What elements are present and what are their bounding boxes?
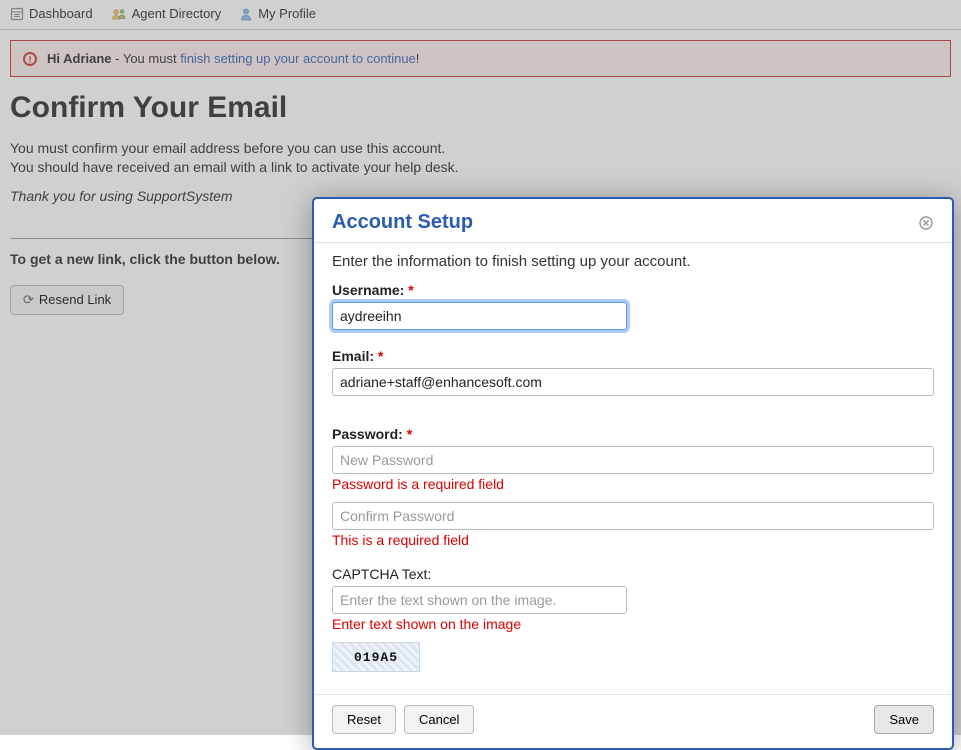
page-body: You must confirm your email address befo… <box>10 139 951 206</box>
alert-link[interactable]: finish setting up your account to contin… <box>180 51 416 66</box>
account-setup-modal: Account Setup Enter the information to f… <box>312 197 954 750</box>
alert-mid: - You must <box>112 51 181 66</box>
new-password-error: Password is a required field <box>332 476 934 492</box>
alert-icon: ! <box>23 52 37 66</box>
email-group: Email: * <box>332 348 934 396</box>
captcha-image: 019A5 <box>332 642 420 672</box>
save-button[interactable]: Save <box>874 705 934 734</box>
nav-dashboard[interactable]: Dashboard <box>10 6 93 21</box>
modal-title: Account Setup <box>332 211 473 234</box>
required-marker: * <box>407 426 412 442</box>
resend-link-button[interactable]: ⟳ Resend Link <box>10 285 124 315</box>
required-marker: * <box>378 348 383 364</box>
required-marker: * <box>408 282 413 298</box>
nav-agent-directory-label: Agent Directory <box>132 6 222 21</box>
modal-header: Account Setup <box>314 199 952 242</box>
confirm-password-error: This is a required field <box>332 532 934 548</box>
top-nav: Dashboard Agent Directory My Profile <box>0 0 961 30</box>
modal-subhead: Enter the information to finish setting … <box>314 242 952 270</box>
close-icon[interactable] <box>918 215 934 231</box>
alert-text: Hi Adriane - You must finish setting up … <box>47 51 419 66</box>
alert-greeting: Hi Adriane <box>47 51 112 66</box>
email-label: Email: * <box>332 348 934 364</box>
cancel-button[interactable]: Cancel <box>404 705 474 734</box>
alert-banner: ! Hi Adriane - You must finish setting u… <box>10 40 951 77</box>
password-group: Password: * Password is a required field <box>332 426 934 492</box>
users-icon <box>111 7 127 21</box>
captcha-label: CAPTCHA Text: <box>332 566 934 582</box>
new-password-input[interactable] <box>332 446 934 474</box>
resend-link-label: Resend Link <box>39 292 111 307</box>
captcha-group: CAPTCHA Text: Enter text shown on the im… <box>332 566 934 672</box>
confirm-password-group: This is a required field <box>332 502 934 548</box>
modal-footer: Reset Cancel Save <box>314 694 952 748</box>
password-label: Password: * <box>332 426 934 442</box>
email-input[interactable] <box>332 368 934 396</box>
modal-body: Username: * Email: * Password: * Passwor… <box>314 270 952 694</box>
refresh-icon: ⟳ <box>23 292 34 308</box>
profile-icon <box>239 7 253 21</box>
dashboard-icon <box>10 7 24 21</box>
alert-tail: ! <box>416 51 420 66</box>
captcha-input[interactable] <box>332 586 627 614</box>
reset-button[interactable]: Reset <box>332 705 396 734</box>
captcha-error: Enter text shown on the image <box>332 616 934 632</box>
page-line2: You should have received an email with a… <box>10 158 951 177</box>
username-label: Username: * <box>332 282 934 298</box>
nav-dashboard-label: Dashboard <box>29 6 93 21</box>
nav-agent-directory[interactable]: Agent Directory <box>111 6 222 21</box>
nav-my-profile-label: My Profile <box>258 6 316 21</box>
username-input[interactable] <box>332 302 627 330</box>
page-title: Confirm Your Email <box>10 91 951 125</box>
confirm-password-input[interactable] <box>332 502 934 530</box>
nav-my-profile[interactable]: My Profile <box>239 6 316 21</box>
username-group: Username: * <box>332 282 934 330</box>
page-line1: You must confirm your email address befo… <box>10 139 951 158</box>
